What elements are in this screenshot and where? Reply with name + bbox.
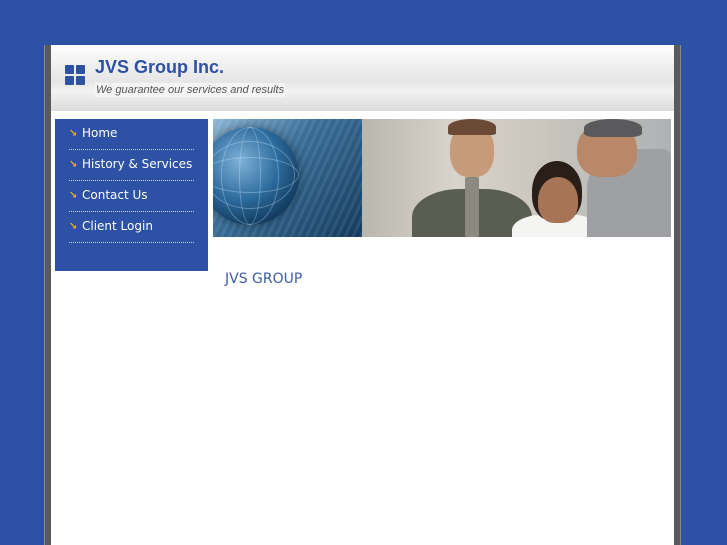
nav-item-contact-us[interactable]: ↘ Contact Us [69, 181, 194, 212]
nav-item-client-login[interactable]: ↘ Client Login [69, 212, 194, 243]
nav-item-label[interactable]: Home [82, 126, 117, 140]
nav-item-label[interactable]: Contact Us [82, 188, 148, 202]
page-container: JVS Group Inc. We guarantee our services… [45, 45, 680, 545]
arrow-down-right-icon: ↘ [69, 190, 78, 201]
site-header: JVS Group Inc. We guarantee our services… [51, 45, 674, 111]
globe-image [213, 119, 362, 237]
page-heading: JVS GROUP [225, 271, 303, 287]
nav-item-label[interactable]: History & Services [82, 157, 192, 171]
nav-item-history-services[interactable]: ↘ History & Services [69, 150, 194, 181]
header-banner-image [213, 119, 671, 237]
site-tagline: We guarantee our services and results [95, 83, 286, 97]
site-title[interactable]: JVS Group Inc. [95, 57, 224, 78]
arrow-down-right-icon: ↘ [69, 128, 78, 139]
nav-item-home[interactable]: ↘ Home [69, 119, 194, 150]
globe-icon [213, 127, 299, 225]
business-people-photo [362, 119, 671, 237]
sidebar-nav: ↘ Home ↘ History & Services ↘ Contact Us… [55, 119, 208, 271]
four-squares-icon [65, 65, 87, 87]
arrow-down-right-icon: ↘ [69, 221, 78, 232]
nav-item-label[interactable]: Client Login [82, 219, 153, 233]
arrow-down-right-icon: ↘ [69, 159, 78, 170]
